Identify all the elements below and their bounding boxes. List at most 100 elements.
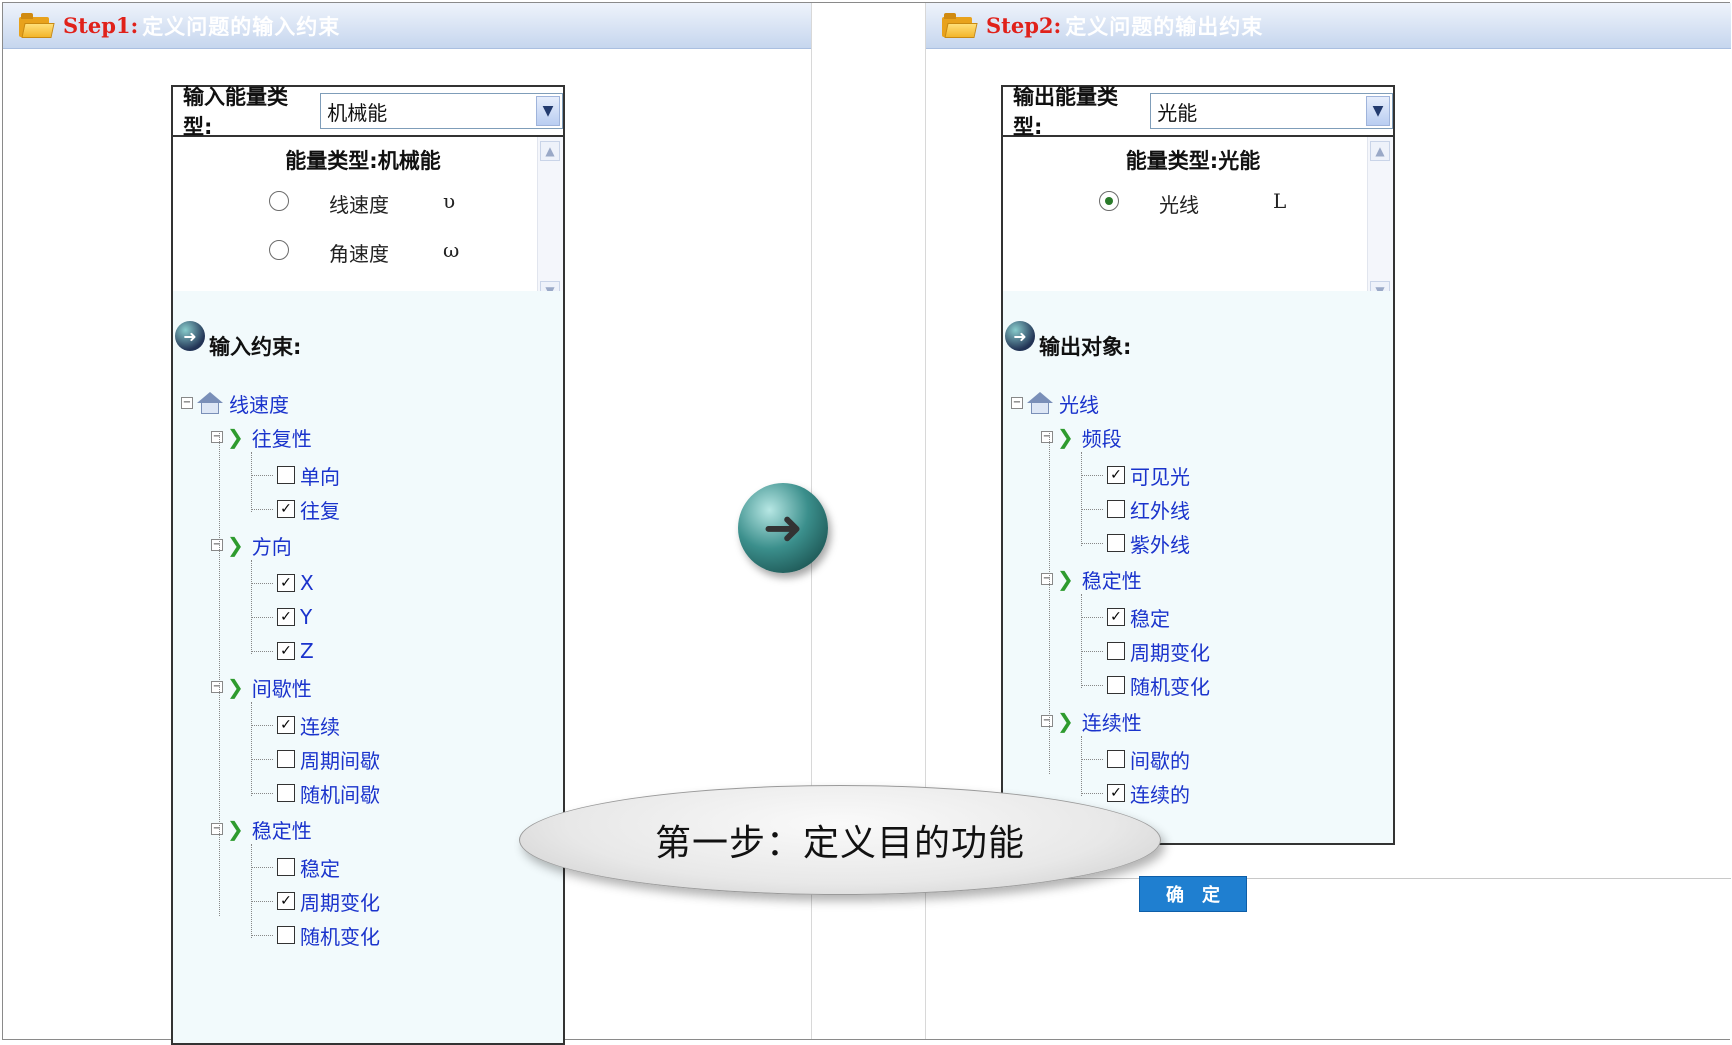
collapse-icon[interactable]: − — [1041, 431, 1053, 443]
tree-item[interactable]: ✓ 周期变化 — [251, 886, 380, 916]
checkbox[interactable]: ✓ — [277, 608, 295, 626]
collapse-icon[interactable]: − — [181, 397, 193, 409]
energy-option[interactable]: 光线 L — [1003, 187, 1383, 219]
tree-item[interactable]: 紫外线 — [1081, 528, 1190, 558]
tree-root[interactable]: − 线速度 — [181, 388, 289, 418]
scroll-up-icon[interactable]: ▲ — [540, 141, 560, 161]
option-symbol: L — [1273, 189, 1287, 213]
tree-item[interactable]: 间歇的 — [1081, 744, 1190, 774]
checkbox[interactable]: ✓ — [277, 892, 295, 910]
checkbox[interactable] — [1107, 750, 1125, 768]
energy-type-select[interactable]: 光能 ▼ — [1150, 93, 1393, 129]
constraint-tree: ➜ 输入约束: − 线速度 − ❯ 往复性 单向 ✓ 往复 − ❯ 方向 ✓ X ✓ Y ✓ Z − ❯ 间歇性 ✓ 连续 周期… — [173, 291, 563, 1043]
checkbox[interactable] — [1107, 676, 1125, 694]
tree-item-label: 单向 — [300, 464, 340, 489]
tree-item[interactable]: ✓ Z — [251, 636, 314, 666]
tree-item[interactable]: 随机间歇 — [251, 778, 380, 808]
collapse-icon[interactable]: − — [211, 539, 223, 551]
checkbox[interactable]: ✓ — [1107, 466, 1125, 484]
tree-item-label: 周期间歇 — [300, 748, 380, 773]
scrollbar[interactable]: ▲ ▼ — [1367, 137, 1393, 305]
tree-item[interactable]: 周期变化 — [1081, 636, 1210, 666]
tree-root[interactable]: − 光线 — [1011, 388, 1099, 418]
checkbox[interactable]: ✓ — [277, 716, 295, 734]
tree-item-label: 紫外线 — [1130, 532, 1190, 557]
confirm-button[interactable]: 确定 — [1139, 876, 1247, 912]
radio-button[interactable] — [1099, 191, 1119, 211]
tree-item[interactable]: 随机变化 — [251, 920, 380, 950]
energy-type-row: 输入能量类型: 机械能 ▼ — [173, 85, 563, 139]
output-tree: ➜ 输出对象: − 光线 − ❯ 频段 ✓ 可见光 红外线 紫外线 − ❯ 稳定性 ✓ 稳定 周期变化 随机变化 −… — [1003, 291, 1393, 843]
tree-item-label: Y — [300, 605, 313, 629]
checkbox[interactable]: ✓ — [277, 642, 295, 660]
energy-type-select[interactable]: 机械能 ▼ — [320, 93, 563, 129]
collapse-icon[interactable]: − — [1041, 573, 1053, 585]
tree-connector — [251, 866, 273, 868]
tree-group[interactable]: − ❯ 方向 — [211, 530, 292, 560]
next-arrow-icon[interactable]: ➜ — [738, 483, 828, 573]
tree-item[interactable]: ✓ 可见光 — [1081, 460, 1190, 490]
tree-group[interactable]: − ❯ 频段 — [1041, 422, 1122, 452]
radio-button[interactable] — [269, 191, 289, 211]
checkbox[interactable] — [1107, 500, 1125, 518]
radio-button[interactable] — [269, 240, 289, 260]
checkbox[interactable]: ✓ — [1107, 608, 1125, 626]
option-label: 线速度 — [329, 193, 389, 217]
select-value: 光能 — [1157, 100, 1198, 125]
energy-type-row: 输出能量类型: 光能 ▼ — [1003, 85, 1393, 139]
energy-type-label: 输入能量类型: — [183, 85, 288, 139]
tree-item[interactable]: 随机变化 — [1081, 670, 1210, 700]
tree-item[interactable]: ✓ 连续的 — [1081, 778, 1190, 808]
checkbox[interactable] — [1107, 642, 1125, 660]
tree-line — [251, 452, 252, 512]
collapse-icon[interactable]: − — [211, 823, 223, 835]
checkbox[interactable] — [277, 926, 295, 944]
tree-item[interactable]: 稳定 — [251, 852, 340, 882]
option-label: 角速度 — [329, 242, 389, 266]
tree-connector — [1081, 542, 1103, 544]
tree-connector — [251, 724, 273, 726]
tree-group[interactable]: − ❯ 间歇性 — [211, 672, 312, 702]
chevron-down-icon[interactable]: ▼ — [536, 96, 560, 126]
tree-connector — [251, 474, 273, 476]
tree-group[interactable]: − ❯ 稳定性 — [1041, 564, 1142, 594]
tree-item[interactable]: 周期间歇 — [251, 744, 380, 774]
scroll-up-icon[interactable]: ▲ — [1370, 141, 1390, 161]
checkbox[interactable]: ✓ — [1107, 784, 1125, 802]
callout-text: 第一步：定义目的功能 — [654, 823, 1025, 864]
checkbox[interactable]: ✓ — [277, 574, 295, 592]
tree-line — [251, 844, 252, 938]
tree-item[interactable]: ✓ X — [251, 568, 314, 598]
checkbox[interactable] — [1107, 534, 1125, 552]
checkbox[interactable] — [277, 858, 295, 876]
tree-item-label: 可见光 — [1130, 464, 1190, 489]
tree-connector — [251, 900, 273, 902]
energy-option[interactable]: 角速度 ω — [173, 236, 553, 268]
checkbox[interactable] — [277, 466, 295, 484]
tree-item[interactable]: 红外线 — [1081, 494, 1190, 524]
tree-group[interactable]: − ❯ 稳定性 — [211, 814, 312, 844]
tree-item[interactable]: ✓ 连续 — [251, 710, 340, 740]
collapse-icon[interactable]: − — [211, 431, 223, 443]
folder-icon — [942, 12, 978, 39]
tree-item[interactable]: ✓ 稳定 — [1081, 602, 1170, 632]
scrollbar[interactable]: ▲ ▼ — [537, 137, 563, 305]
tree-item[interactable]: 单向 — [251, 460, 340, 490]
collapse-icon[interactable]: − — [1041, 715, 1053, 727]
collapse-icon[interactable]: − — [211, 681, 223, 693]
energy-option[interactable]: 线速度 υ — [173, 187, 553, 219]
tree-item-label: 稳定 — [300, 856, 340, 881]
tree-group-label: 稳定性 — [251, 818, 312, 843]
chevron-right-icon: ❯ — [227, 533, 244, 557]
tree-group[interactable]: − ❯ 往复性 — [211, 422, 312, 452]
collapse-icon[interactable]: − — [1011, 397, 1023, 409]
checkbox[interactable] — [277, 750, 295, 768]
tree-group[interactable]: − ❯ 连续性 — [1041, 706, 1142, 736]
chevron-down-icon[interactable]: ▼ — [1366, 96, 1390, 126]
step-label: Step2: — [986, 13, 1062, 38]
checkbox[interactable]: ✓ — [277, 500, 295, 518]
tree-item[interactable]: ✓ 往复 — [251, 494, 340, 524]
tree-item[interactable]: ✓ Y — [251, 602, 312, 632]
tree-connector — [251, 758, 273, 760]
checkbox[interactable] — [277, 784, 295, 802]
